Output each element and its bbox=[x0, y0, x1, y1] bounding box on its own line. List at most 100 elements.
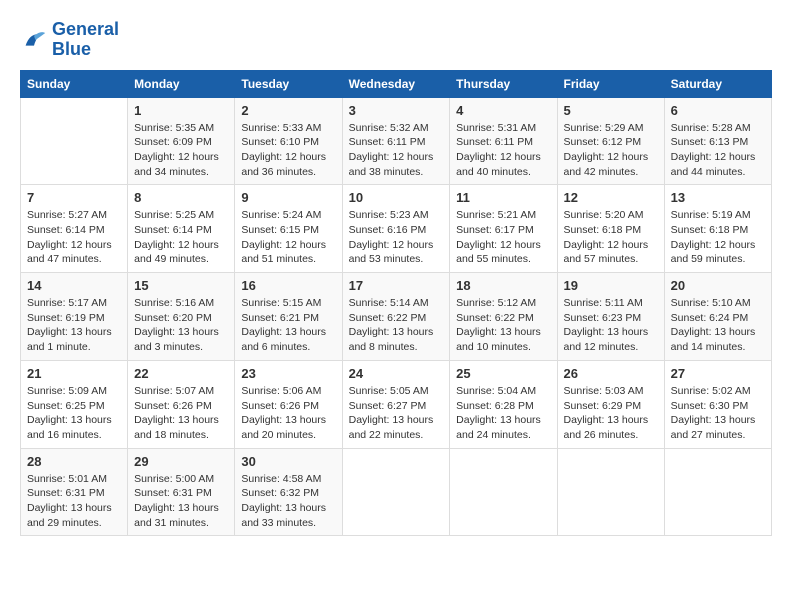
day-number: 24 bbox=[349, 366, 444, 381]
cell-info: Sunrise: 5:19 AM Sunset: 6:18 PM Dayligh… bbox=[671, 208, 765, 267]
calendar-table: SundayMondayTuesdayWednesdayThursdayFrid… bbox=[20, 70, 772, 537]
calendar-cell: 25 Sunrise: 5:04 AM Sunset: 6:28 PM Dayli… bbox=[450, 360, 557, 448]
weekday-header-friday: Friday bbox=[557, 70, 664, 97]
calendar-cell: 10 Sunrise: 5:23 AM Sunset: 6:16 PM Dayli… bbox=[342, 185, 450, 273]
calendar-cell: 30Sunrise: 4:58 AM Sunset: 6:32 PM Dayli… bbox=[235, 448, 342, 536]
cell-info: Sunrise: 5:06 AM Sunset: 6:26 PM Dayligh… bbox=[241, 384, 335, 443]
day-number: 13 bbox=[671, 190, 765, 205]
day-number: 7 bbox=[27, 190, 121, 205]
calendar-week-row: 1 Sunrise: 5:35 AM Sunset: 6:09 PM Daylig… bbox=[21, 97, 772, 185]
weekday-header-tuesday: Tuesday bbox=[235, 70, 342, 97]
day-number: 19 bbox=[564, 278, 658, 293]
cell-info: Sunrise: 5:21 AM Sunset: 6:17 PM Dayligh… bbox=[456, 208, 550, 267]
logo-bird-icon bbox=[20, 26, 48, 54]
day-number: 3 bbox=[349, 103, 444, 118]
calendar-week-row: 7 Sunrise: 5:27 AM Sunset: 6:14 PM Daylig… bbox=[21, 185, 772, 273]
cell-info: Sunrise: 5:20 AM Sunset: 6:18 PM Dayligh… bbox=[564, 208, 658, 267]
day-number: 20 bbox=[671, 278, 765, 293]
calendar-week-row: 14Sunrise: 5:17 AM Sunset: 6:19 PM Dayli… bbox=[21, 273, 772, 361]
cell-info: Sunrise: 5:32 AM Sunset: 6:11 PM Dayligh… bbox=[349, 121, 444, 180]
calendar-week-row: 28 Sunrise: 5:01 AM Sunset: 6:31 PM Dayli… bbox=[21, 448, 772, 536]
calendar-cell: 27 Sunrise: 5:02 AM Sunset: 6:30 PM Dayli… bbox=[664, 360, 771, 448]
day-number: 16 bbox=[241, 278, 335, 293]
calendar-cell: 26 Sunrise: 5:03 AM Sunset: 6:29 PM Dayli… bbox=[557, 360, 664, 448]
day-number: 10 bbox=[349, 190, 444, 205]
calendar-cell: 2 Sunrise: 5:33 AM Sunset: 6:10 PM Daylig… bbox=[235, 97, 342, 185]
cell-info: Sunrise: 5:03 AM Sunset: 6:29 PM Dayligh… bbox=[564, 384, 658, 443]
cell-info: Sunrise: 5:23 AM Sunset: 6:16 PM Dayligh… bbox=[349, 208, 444, 267]
cell-info: Sunrise: 5:12 AM Sunset: 6:22 PM Dayligh… bbox=[456, 296, 550, 355]
calendar-header-row: SundayMondayTuesdayWednesdayThursdayFrid… bbox=[21, 70, 772, 97]
calendar-cell: 12Sunrise: 5:20 AM Sunset: 6:18 PM Dayli… bbox=[557, 185, 664, 273]
day-number: 21 bbox=[27, 366, 121, 381]
calendar-cell: 20Sunrise: 5:10 AM Sunset: 6:24 PM Dayli… bbox=[664, 273, 771, 361]
calendar-cell: 9 Sunrise: 5:24 AM Sunset: 6:15 PM Daylig… bbox=[235, 185, 342, 273]
weekday-header-monday: Monday bbox=[128, 70, 235, 97]
weekday-header-wednesday: Wednesday bbox=[342, 70, 450, 97]
cell-info: Sunrise: 5:33 AM Sunset: 6:10 PM Dayligh… bbox=[241, 121, 335, 180]
calendar-cell: 3 Sunrise: 5:32 AM Sunset: 6:11 PM Daylig… bbox=[342, 97, 450, 185]
day-number: 15 bbox=[134, 278, 228, 293]
calendar-cell: 17Sunrise: 5:14 AM Sunset: 6:22 PM Dayli… bbox=[342, 273, 450, 361]
calendar-cell: 29 Sunrise: 5:00 AM Sunset: 6:31 PM Dayli… bbox=[128, 448, 235, 536]
day-number: 14 bbox=[27, 278, 121, 293]
day-number: 8 bbox=[134, 190, 228, 205]
cell-info: Sunrise: 5:31 AM Sunset: 6:11 PM Dayligh… bbox=[456, 121, 550, 180]
calendar-cell: 11 Sunrise: 5:21 AM Sunset: 6:17 PM Dayli… bbox=[450, 185, 557, 273]
cell-info: Sunrise: 5:24 AM Sunset: 6:15 PM Dayligh… bbox=[241, 208, 335, 267]
day-number: 18 bbox=[456, 278, 550, 293]
cell-info: Sunrise: 4:58 AM Sunset: 6:32 PM Dayligh… bbox=[241, 472, 335, 531]
calendar-cell bbox=[664, 448, 771, 536]
cell-info: Sunrise: 5:11 AM Sunset: 6:23 PM Dayligh… bbox=[564, 296, 658, 355]
calendar-cell bbox=[21, 97, 128, 185]
calendar-cell: 5 Sunrise: 5:29 AM Sunset: 6:12 PM Daylig… bbox=[557, 97, 664, 185]
cell-info: Sunrise: 5:04 AM Sunset: 6:28 PM Dayligh… bbox=[456, 384, 550, 443]
calendar-cell: 13 Sunrise: 5:19 AM Sunset: 6:18 PM Dayli… bbox=[664, 185, 771, 273]
weekday-header-saturday: Saturday bbox=[664, 70, 771, 97]
cell-info: Sunrise: 5:27 AM Sunset: 6:14 PM Dayligh… bbox=[27, 208, 121, 267]
cell-info: Sunrise: 5:35 AM Sunset: 6:09 PM Dayligh… bbox=[134, 121, 228, 180]
logo-name: General Blue bbox=[52, 20, 119, 60]
day-number: 23 bbox=[241, 366, 335, 381]
calendar-cell: 7 Sunrise: 5:27 AM Sunset: 6:14 PM Daylig… bbox=[21, 185, 128, 273]
calendar-cell bbox=[450, 448, 557, 536]
cell-info: Sunrise: 5:00 AM Sunset: 6:31 PM Dayligh… bbox=[134, 472, 228, 531]
cell-info: Sunrise: 5:16 AM Sunset: 6:20 PM Dayligh… bbox=[134, 296, 228, 355]
cell-info: Sunrise: 5:14 AM Sunset: 6:22 PM Dayligh… bbox=[349, 296, 444, 355]
day-number: 6 bbox=[671, 103, 765, 118]
cell-info: Sunrise: 5:01 AM Sunset: 6:31 PM Dayligh… bbox=[27, 472, 121, 531]
cell-info: Sunrise: 5:29 AM Sunset: 6:12 PM Dayligh… bbox=[564, 121, 658, 180]
day-number: 26 bbox=[564, 366, 658, 381]
calendar-cell: 21 Sunrise: 5:09 AM Sunset: 6:25 PM Dayli… bbox=[21, 360, 128, 448]
calendar-cell: 16Sunrise: 5:15 AM Sunset: 6:21 PM Dayli… bbox=[235, 273, 342, 361]
calendar-cell bbox=[342, 448, 450, 536]
calendar-cell: 24 Sunrise: 5:05 AM Sunset: 6:27 PM Dayli… bbox=[342, 360, 450, 448]
day-number: 25 bbox=[456, 366, 550, 381]
cell-info: Sunrise: 5:05 AM Sunset: 6:27 PM Dayligh… bbox=[349, 384, 444, 443]
day-number: 2 bbox=[241, 103, 335, 118]
day-number: 28 bbox=[27, 454, 121, 469]
day-number: 27 bbox=[671, 366, 765, 381]
day-number: 22 bbox=[134, 366, 228, 381]
day-number: 11 bbox=[456, 190, 550, 205]
logo: General Blue bbox=[20, 20, 119, 60]
weekday-header-sunday: Sunday bbox=[21, 70, 128, 97]
calendar-cell: 1 Sunrise: 5:35 AM Sunset: 6:09 PM Daylig… bbox=[128, 97, 235, 185]
day-number: 29 bbox=[134, 454, 228, 469]
weekday-header-thursday: Thursday bbox=[450, 70, 557, 97]
calendar-cell: 28 Sunrise: 5:01 AM Sunset: 6:31 PM Dayli… bbox=[21, 448, 128, 536]
cell-info: Sunrise: 5:28 AM Sunset: 6:13 PM Dayligh… bbox=[671, 121, 765, 180]
cell-info: Sunrise: 5:09 AM Sunset: 6:25 PM Dayligh… bbox=[27, 384, 121, 443]
calendar-cell: 23 Sunrise: 5:06 AM Sunset: 6:26 PM Dayli… bbox=[235, 360, 342, 448]
day-number: 9 bbox=[241, 190, 335, 205]
day-number: 5 bbox=[564, 103, 658, 118]
calendar-body: 1 Sunrise: 5:35 AM Sunset: 6:09 PM Daylig… bbox=[21, 97, 772, 536]
day-number: 4 bbox=[456, 103, 550, 118]
calendar-cell: 6 Sunrise: 5:28 AM Sunset: 6:13 PM Daylig… bbox=[664, 97, 771, 185]
cell-info: Sunrise: 5:25 AM Sunset: 6:14 PM Dayligh… bbox=[134, 208, 228, 267]
calendar-cell: 19 Sunrise: 5:11 AM Sunset: 6:23 PM Dayli… bbox=[557, 273, 664, 361]
cell-info: Sunrise: 5:02 AM Sunset: 6:30 PM Dayligh… bbox=[671, 384, 765, 443]
day-number: 1 bbox=[134, 103, 228, 118]
calendar-cell: 15 Sunrise: 5:16 AM Sunset: 6:20 PM Dayli… bbox=[128, 273, 235, 361]
calendar-cell bbox=[557, 448, 664, 536]
